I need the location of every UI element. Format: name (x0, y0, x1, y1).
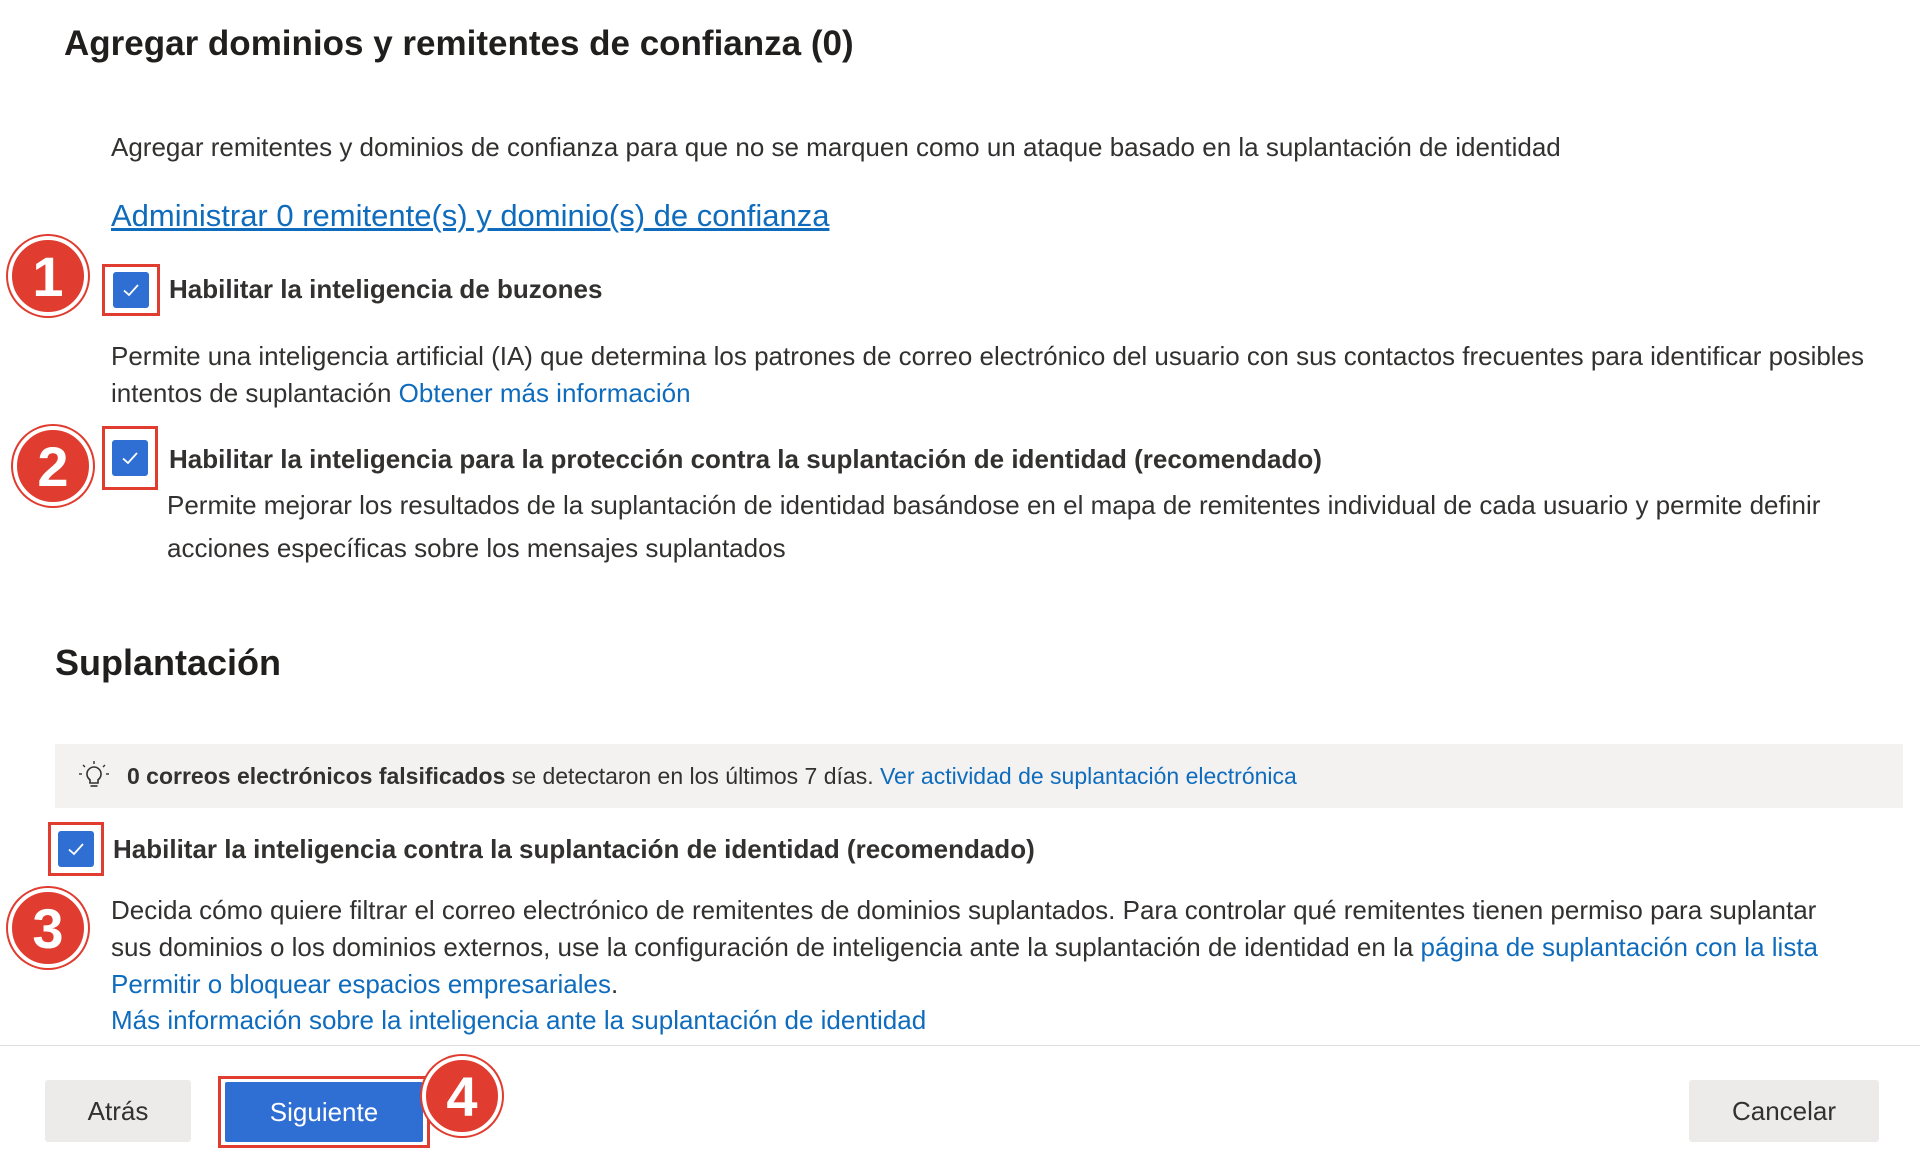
anti-phishing-policy-page: Agregar dominios y remitentes de confian… (0, 0, 1920, 1164)
spoof-info-bar: 0 correos electrónicos falsificados se d… (55, 744, 1903, 808)
spoof-desc-end: . (611, 969, 619, 999)
spoof-learn-more-link[interactable]: Más información sobre la inteligencia an… (111, 1002, 926, 1039)
mailbox-intelligence-checkbox-highlight (102, 264, 160, 316)
back-button[interactable]: Atrás (45, 1080, 191, 1142)
footer-divider (0, 1045, 1920, 1046)
next-button[interactable]: Siguiente (225, 1082, 423, 1142)
checkmark-icon (123, 284, 139, 297)
mailbox-intelligence-description: Permite una inteligencia artificial (IA)… (111, 338, 1891, 412)
impersonation-protection-checkbox[interactable] (112, 440, 148, 476)
annotation-badge-4: 4 (422, 1056, 502, 1136)
impersonation-protection-label: Habilitar la inteligencia para la protec… (169, 444, 1322, 474)
cancel-button[interactable]: Cancelar (1689, 1080, 1879, 1142)
checkmark-icon (68, 843, 84, 856)
spoof-intelligence-label: Habilitar la inteligencia contra la supl… (113, 834, 1035, 864)
learn-more-link[interactable]: Obtener más información (399, 378, 691, 408)
checkmark-icon (122, 452, 138, 465)
trusted-section-intro: Agregar remitentes y dominios de confian… (111, 132, 1561, 162)
trusted-section-title: Agregar dominios y remitentes de confian… (64, 24, 854, 63)
mailbox-intelligence-desc-text: Permite una inteligencia artificial (IA)… (111, 341, 1865, 408)
annotation-badge-1: 1 (8, 236, 88, 316)
view-spoof-activity-link[interactable]: Ver actividad de suplantación electrónic… (880, 763, 1297, 790)
next-button-highlight: Siguiente (218, 1076, 430, 1148)
annotation-badge-3: 3 (8, 888, 88, 968)
spoof-count-text: 0 correos electrónicos falsificados (127, 762, 506, 789)
mailbox-intelligence-checkbox[interactable] (113, 272, 149, 308)
manage-trusted-senders-link[interactable]: Administrar 0 remitente(s) y dominio(s) … (111, 198, 829, 234)
lightbulb-icon (79, 761, 109, 787)
mailbox-intelligence-label: Habilitar la inteligencia de buzones (169, 274, 603, 304)
spoof-intelligence-checkbox-highlight (48, 822, 104, 876)
spoof-intelligence-checkbox[interactable] (58, 831, 94, 867)
spoof-description: Decida cómo quiere filtrar el correo ele… (111, 892, 1851, 1003)
spoof-section-title: Suplantación (55, 642, 282, 683)
annotation-badge-2: 2 (13, 426, 93, 506)
impersonation-protection-checkbox-highlight (102, 426, 158, 490)
spoof-info-text: se detectaron en los últimos 7 días. (505, 762, 880, 789)
impersonation-protection-description: Permite mejorar los resultados de la sup… (167, 490, 1821, 563)
